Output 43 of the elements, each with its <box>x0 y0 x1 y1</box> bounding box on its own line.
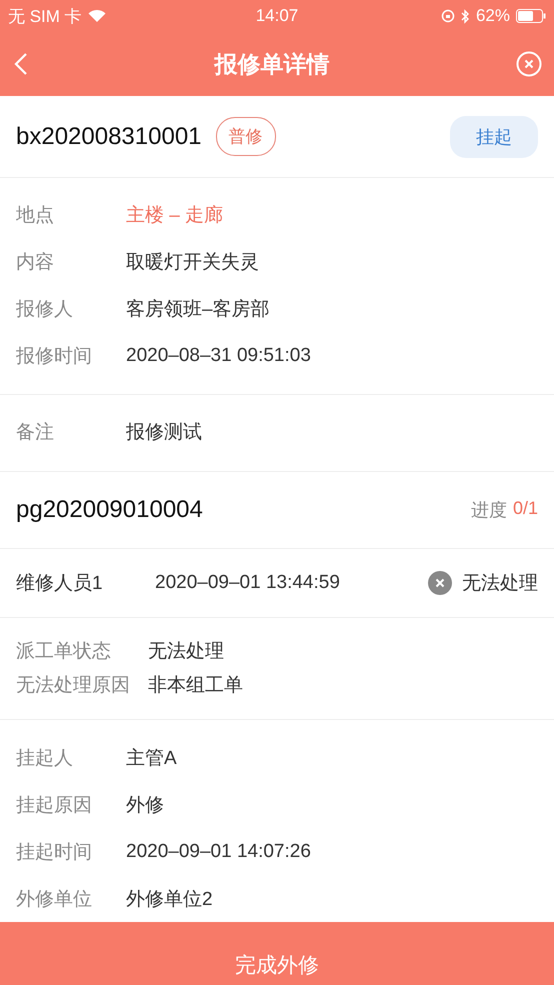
battery-icon <box>516 9 546 23</box>
repair-type-tag: 普修 <box>216 117 276 156</box>
field-value: 非本组工单 <box>148 674 243 698</box>
progress-value: 0/1 <box>512 498 538 520</box>
field-label: 外修单位 <box>16 888 93 912</box>
field-value: 主楼 – 走廊 <box>126 204 224 228</box>
result-text: 无法处理 <box>462 572 538 596</box>
page-title: 报修单详情 <box>214 50 330 78</box>
field-value: 取暖灯开关失灵 <box>126 251 259 275</box>
worker-name: 维修人员1 <box>16 572 104 596</box>
rotation-lock-icon <box>440 9 455 23</box>
bluetooth-icon <box>460 8 470 24</box>
field-label: 挂起时间 <box>16 841 93 865</box>
field-label: 派工单状态 <box>16 640 112 664</box>
back-button[interactable] <box>14 52 28 76</box>
field-label: 报修人 <box>16 298 74 322</box>
field-value: 2020–08–31 09:51:03 <box>126 345 311 367</box>
field-label: 内容 <box>16 251 55 275</box>
dispatch-number: pg202009010004 <box>16 496 203 524</box>
worker-time: 2020–09–01 13:44:59 <box>155 572 341 594</box>
field-label: 无法处理原因 <box>16 674 131 698</box>
field-label: 备注 <box>16 421 55 445</box>
close-button[interactable] <box>516 51 542 77</box>
field-value: 报修测试 <box>126 421 202 445</box>
failed-icon <box>428 571 452 595</box>
wifi-icon <box>88 9 106 23</box>
field-value: 主管A <box>126 747 177 771</box>
order-number: bx202008310001 <box>16 122 202 150</box>
field-label: 报修时间 <box>16 345 93 369</box>
field-value: 2020–09–01 14:07:26 <box>126 841 311 863</box>
carrier-text: 无 SIM 卡 <box>8 6 82 28</box>
field-label: 挂起原因 <box>16 794 93 818</box>
field-value: 客房领班–客房部 <box>126 298 270 322</box>
field-value: 外修 <box>126 794 164 818</box>
complete-button[interactable]: 完成外修 <box>0 922 554 985</box>
clock-text: 14:07 <box>256 6 298 26</box>
battery-text: 62% <box>476 6 510 26</box>
progress-label: 进度 <box>470 499 507 522</box>
field-value: 无法处理 <box>148 640 224 664</box>
field-label: 地点 <box>16 204 55 228</box>
field-label: 挂起人 <box>16 747 74 771</box>
suspend-button[interactable]: 挂起 <box>450 116 538 158</box>
field-value: 外修单位2 <box>126 888 213 912</box>
